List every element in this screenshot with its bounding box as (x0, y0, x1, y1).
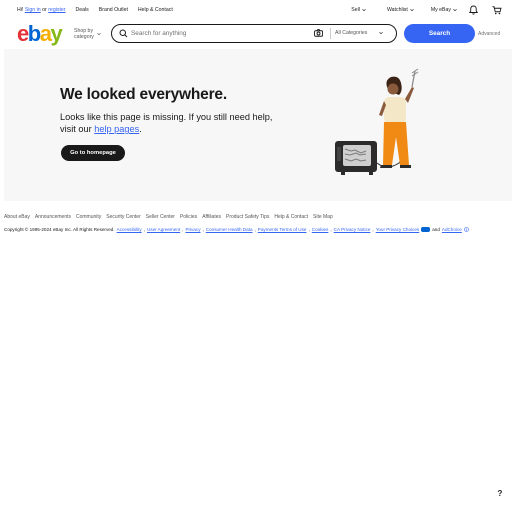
comma: , (372, 227, 374, 232)
chevron-down-icon (97, 33, 101, 36)
footer-link-site-map[interactable]: Site Map (313, 214, 333, 220)
watchlist-menu[interactable]: Watchlist (387, 7, 414, 13)
header: ebay Shop by category All Categories (0, 20, 512, 48)
footer-link-product-safety[interactable]: Product Safety Tips (226, 214, 269, 220)
logo-a: a (39, 21, 52, 46)
comma: , (182, 227, 184, 232)
footer-link-community[interactable]: Community (76, 214, 101, 220)
footer-links: About eBay Announcements Community Secur… (4, 214, 333, 220)
page-title: We looked everywhere. (60, 86, 227, 103)
and-text: and (432, 227, 440, 232)
my-ebay-menu[interactable]: My eBay (431, 7, 457, 13)
sell-label: Sell (351, 7, 360, 13)
footer-link-help-contact[interactable]: Help & Contact (274, 214, 308, 220)
category-select-value: All Categories (335, 30, 368, 36)
footer-link-affiliates[interactable]: Affiliates (202, 214, 221, 220)
bell-icon[interactable] (469, 5, 478, 15)
watchlist-label: Watchlist (386, 7, 408, 13)
legal-link-cookies[interactable]: Cookies (312, 227, 329, 232)
chevron-down-icon (453, 9, 457, 12)
help-contact-link[interactable]: Help & Contact (138, 7, 173, 13)
comma: , (254, 227, 256, 232)
help-icon[interactable]: ? (493, 486, 507, 500)
shop-by-line2: category (74, 34, 94, 40)
search-icon (119, 29, 128, 38)
chevron-down-icon (410, 9, 414, 12)
my-ebay-label: My eBay (430, 7, 451, 13)
top-utility-bar: Hi! Sign in or register Deals Brand Outl… (0, 0, 512, 20)
greeting-or: or (42, 7, 47, 13)
legal-link-privacy[interactable]: Privacy (185, 227, 200, 232)
advanced-search-link[interactable]: Advanced (478, 31, 500, 37)
not-found-message: Looks like this page is missing. If you … (60, 111, 280, 135)
chevron-down-icon (379, 32, 384, 35)
greeting: Hi! Sign in or register (17, 7, 66, 13)
go-to-homepage-button[interactable]: Go to homepage (61, 145, 125, 161)
legal-link-ca-privacy[interactable]: CA Privacy Notice (334, 227, 371, 232)
comma: , (330, 227, 332, 232)
footer-link-seller-center[interactable]: Seller Center (146, 214, 175, 220)
footer-link-about[interactable]: About eBay (4, 214, 30, 220)
sign-in-link[interactable]: Sign in (25, 7, 41, 13)
footer-link-security-center[interactable]: Security Center (106, 214, 140, 220)
deals-link[interactable]: Deals (76, 7, 89, 13)
privacy-choices-icon (421, 227, 431, 232)
legal-link-payments-terms[interactable]: Payments Terms of Use (258, 227, 307, 232)
ebay-logo[interactable]: ebay (17, 21, 63, 46)
logo-y: y (50, 21, 62, 46)
shop-by-category-button[interactable]: Shop by category (74, 28, 101, 40)
camera-icon[interactable] (314, 29, 323, 37)
search-divider (330, 28, 331, 39)
person-figure (379, 68, 419, 168)
search-bar: All Categories (111, 24, 397, 43)
search-input[interactable] (131, 28, 301, 39)
brand-outlet-link[interactable]: Brand Outlet (99, 7, 128, 13)
logo-e: e (17, 21, 29, 46)
copyright-line: Copyright © 1995-2024 eBay Inc. All Righ… (4, 227, 469, 232)
page-root: Hi! Sign in or register Deals Brand Outl… (0, 0, 512, 512)
chevron-down-icon (362, 9, 366, 12)
comma: , (308, 227, 310, 232)
legal-link-accessibility[interactable]: Accessibility (117, 227, 142, 232)
not-found-hero: We looked everywhere. Looks like this pa… (4, 49, 512, 201)
copyright-text: Copyright © 1995-2024 eBay Inc. All Righ… (4, 227, 115, 232)
register-link[interactable]: register (48, 7, 65, 13)
search-button[interactable]: Search (404, 24, 475, 43)
legal-link-privacy-choices[interactable]: Your Privacy Choices (376, 227, 420, 232)
legal-link-consumer-health[interactable]: Consumer Health Data (206, 227, 253, 232)
adchoice-link[interactable]: AdChoice (442, 227, 462, 232)
tv-antenna-illustration (335, 68, 419, 175)
legal-link-user-agreement[interactable]: User Agreement (147, 227, 180, 232)
sell-menu[interactable]: Sell (351, 7, 366, 13)
help-pages-link[interactable]: help pages (94, 124, 139, 134)
comma: , (143, 227, 145, 232)
footer-link-policies[interactable]: Policies (180, 214, 197, 220)
footer-link-announcements[interactable]: Announcements (35, 214, 71, 220)
cart-icon[interactable] (492, 5, 502, 15)
category-select[interactable]: All Categories (335, 30, 384, 36)
greeting-prefix: Hi! (17, 7, 24, 13)
message-text: Looks like this page is missing. If you … (60, 112, 273, 134)
comma: , (202, 227, 204, 232)
message-end: . (139, 124, 142, 134)
logo-b: b (27, 21, 41, 46)
info-icon (463, 227, 469, 232)
